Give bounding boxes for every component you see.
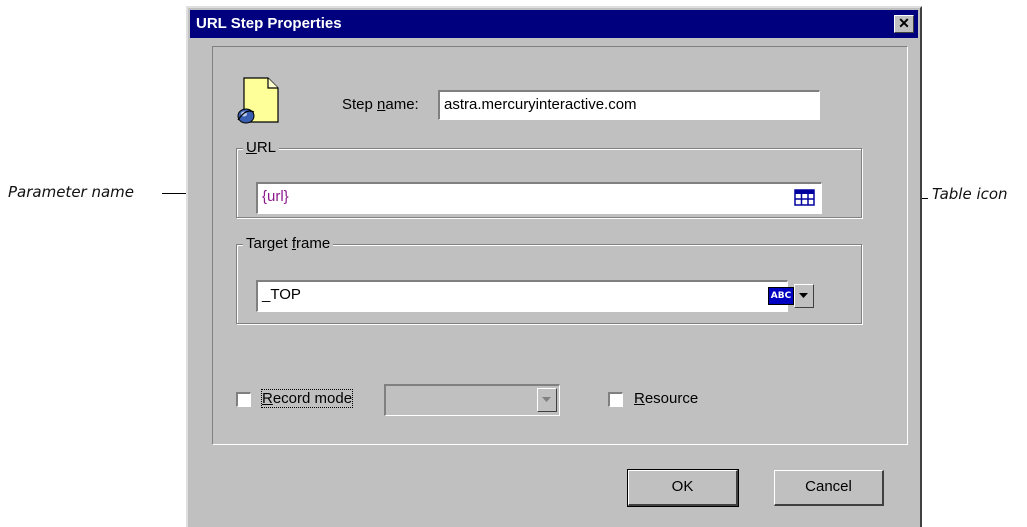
target-frame-input[interactable]: _TOP <box>256 280 788 312</box>
target-frame-dropdown-button[interactable] <box>794 284 814 308</box>
step-name-label: Step name: <box>342 96 419 113</box>
target-frame-group-title: Target frame <box>243 235 334 253</box>
step-name-input[interactable]: astra.mercuryinteractive.com <box>438 90 820 120</box>
record-mode-dropdown <box>384 384 560 416</box>
close-button[interactable]: ✕ <box>894 15 914 33</box>
url-step-icon <box>237 77 279 124</box>
chevron-down-icon <box>542 397 551 402</box>
callout-table-icon: Table icon <box>932 185 1008 203</box>
close-icon: ✕ <box>898 15 910 31</box>
record-mode-checkbox[interactable] <box>236 392 251 407</box>
url-parameter-value: {url} <box>262 188 289 205</box>
resource-label[interactable]: Resource <box>634 390 698 407</box>
record-mode-label[interactable]: Record mode <box>260 389 354 408</box>
resource-checkbox[interactable] <box>608 392 623 407</box>
record-mode-dropdown-button <box>537 388 557 412</box>
title-bar: URL Step Properties ✕ <box>190 10 918 38</box>
table-icon[interactable] <box>794 188 816 208</box>
chevron-down-icon <box>799 293 808 298</box>
url-step-properties-dialog: URL Step Properties ✕ Step name: astra.m… <box>186 6 922 527</box>
dialog-title: URL Step Properties <box>196 15 342 32</box>
cancel-button[interactable]: Cancel <box>774 470 884 506</box>
ok-button[interactable]: OK <box>627 469 739 507</box>
url-group-title: URL <box>243 139 280 157</box>
abc-constant-icon[interactable]: ABC <box>768 287 794 305</box>
callout-parameter-name: Parameter name <box>8 183 135 201</box>
url-input[interactable]: {url} <box>256 182 822 214</box>
